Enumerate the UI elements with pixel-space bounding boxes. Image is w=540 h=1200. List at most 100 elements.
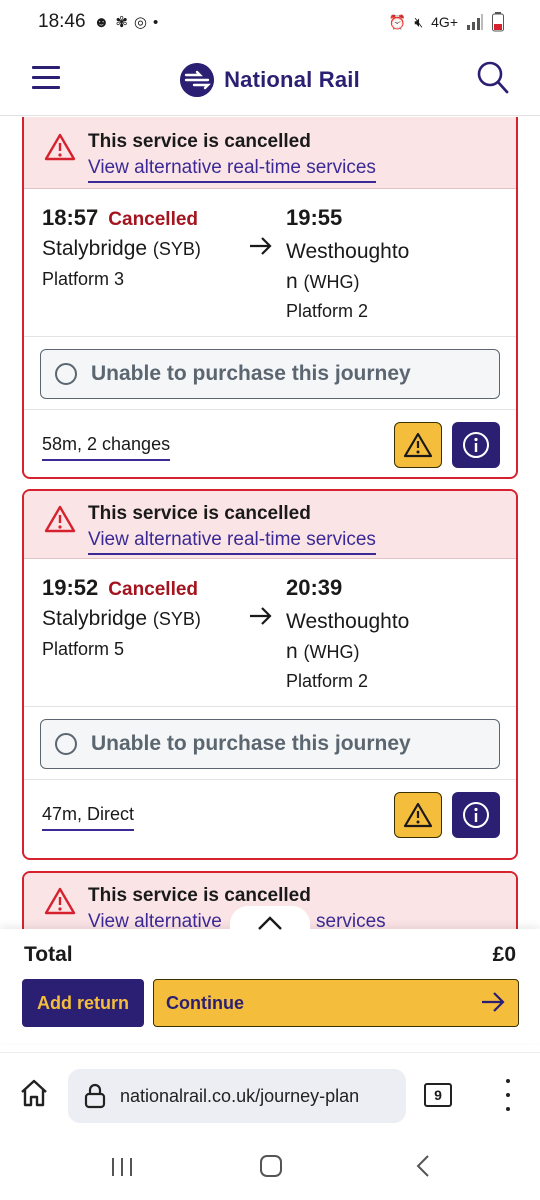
home-nav-icon[interactable] (259, 1154, 283, 1178)
disruption-warning-button[interactable] (394, 422, 442, 468)
alert-title: This service is cancelled (88, 131, 311, 152)
arrival-time: 20:39 (286, 575, 343, 600)
flower-icon: ✾ (115, 14, 128, 31)
menu-hamburger-icon[interactable] (32, 66, 60, 90)
purchase-radio-option[interactable]: Unable to purchase this journey (40, 719, 500, 769)
journey-times: 18:57 Cancelled Stalybridge (SYB) Platfor… (24, 189, 516, 337)
warning-icon (403, 432, 433, 458)
network-type: 4G+ (431, 14, 458, 30)
status-bar: 18:46 ☻ ✾ ◎ • ⏰ 🔇︎ 4G+ (0, 0, 540, 44)
destination-station: Westhoughto (286, 240, 410, 263)
national-rail-logo[interactable]: National Rail (180, 62, 360, 97)
departure-time: 18:57 (42, 205, 99, 230)
mute-icon: 🔇︎ (414, 13, 424, 30)
battery-icon (492, 12, 504, 32)
recent-apps-icon[interactable] (110, 1156, 134, 1178)
purchase-label: Unable to purchase this journey (91, 362, 411, 385)
expand-summary-button[interactable] (230, 906, 310, 940)
journey-info-button[interactable] (452, 792, 500, 838)
status-time: 18:46 (38, 11, 86, 32)
alternative-services-link-start[interactable]: View alternative (88, 911, 222, 929)
journey-card: This service is cancelled View alternati… (22, 489, 518, 860)
destination-station: Westhoughto (286, 610, 410, 633)
face-icon: ☻ (93, 13, 110, 31)
chevron-up-icon (258, 916, 282, 930)
home-icon[interactable] (18, 1077, 50, 1109)
origin-station: Stalybridge (42, 607, 148, 630)
origin-code: (SYB) (152, 239, 201, 259)
warning-triangle-icon (44, 505, 76, 533)
more-options-icon[interactable] (496, 1079, 520, 1111)
radio-icon (55, 733, 77, 755)
alarm-icon: ⏰ (388, 13, 407, 30)
info-icon (463, 802, 489, 828)
journey-footer: 58m, 2 changes (24, 410, 516, 477)
back-nav-icon[interactable] (414, 1154, 432, 1178)
address-bar[interactable]: nationalrail.co.uk/journey-plan (68, 1069, 406, 1123)
purchase-option: Unable to purchase this journey (24, 337, 516, 410)
status-notification-icons: ☻ ✾ ◎ • (93, 13, 159, 32)
journey-info-button[interactable] (452, 422, 500, 468)
arrow-right-icon (482, 992, 505, 1012)
search-icon[interactable] (476, 60, 510, 96)
status-system-icons: ⏰ 🔇︎ 4G+ (389, 12, 504, 32)
departure-time: 19:52 (42, 575, 99, 600)
cancellation-alert: This service is cancelled View alternati… (24, 117, 516, 189)
alternative-services-link[interactable]: View alternative real-time services (88, 157, 376, 183)
destination-code: (WHG) (303, 272, 360, 292)
total-value: £0 (492, 943, 516, 966)
rail-logo-icon (180, 62, 215, 97)
add-return-button[interactable]: Add return (22, 979, 144, 1027)
continue-label: Continue (166, 992, 244, 1013)
lock-icon (84, 1083, 106, 1109)
journey-summary-link[interactable]: 47m, Direct (42, 804, 135, 831)
url-text: nationalrail.co.uk/journey-plan (120, 1085, 360, 1106)
signal-icon (467, 14, 483, 30)
journey-summary-link[interactable]: 58m, 2 changes (42, 434, 171, 461)
destination-station-wrap: n (286, 270, 298, 293)
camera-app-icon: ◎ (133, 14, 148, 31)
cancellation-alert: This service is cancelled View alternati… (24, 491, 516, 559)
app-header: National Rail (0, 44, 540, 116)
destination-code: (WHG) (303, 642, 360, 662)
origin-code: (SYB) (152, 609, 201, 629)
warning-icon (403, 802, 433, 828)
cancelled-status: Cancelled (108, 209, 199, 230)
arrival: 19:55 Westhoughto n (WHG) Platform 2 (286, 205, 446, 322)
journey-results[interactable]: This service is cancelled View alternati… (0, 117, 540, 929)
arrival: 20:39 Westhoughto n (WHG) Platform 2 (286, 575, 446, 692)
origin-station: Stalybridge (42, 237, 148, 260)
departure: 18:57 Cancelled Stalybridge (SYB) Platfor… (42, 205, 201, 290)
radio-icon (55, 363, 77, 385)
alternative-services-link-end[interactable]: services (316, 911, 386, 929)
journey-times: 19:52 Cancelled Stalybridge (SYB) Platfor… (24, 559, 516, 707)
info-icon (463, 432, 489, 458)
purchase-option: Unable to purchase this journey (24, 707, 516, 780)
disruption-warning-button[interactable] (394, 792, 442, 838)
arrow-right-icon (250, 607, 272, 625)
cancelled-status: Cancelled (108, 579, 199, 600)
destination-platform: Platform 2 (286, 301, 369, 321)
origin-platform: Platform 3 (42, 269, 125, 289)
total-label: Total (24, 943, 73, 966)
system-nav-bar (0, 1138, 540, 1200)
dot-icon: • (153, 13, 159, 31)
browser-toolbar: nationalrail.co.uk/journey-plan 9 (0, 1052, 540, 1138)
destination-station-wrap: n (286, 640, 298, 663)
journey-footer: 47m, Direct (24, 780, 516, 850)
brand-name: National Rail (224, 66, 360, 92)
purchase-radio-option[interactable]: Unable to purchase this journey (40, 349, 500, 399)
arrival-time: 19:55 (286, 205, 343, 230)
origin-platform: Platform 5 (42, 639, 125, 659)
destination-platform: Platform 2 (286, 671, 369, 691)
warning-triangle-icon (44, 133, 76, 161)
continue-button[interactable]: Continue (153, 979, 519, 1027)
journey-card: This service is cancelled View alternati… (22, 117, 518, 479)
alert-title: This service is cancelled (88, 503, 311, 524)
tab-switcher-button[interactable]: 9 (424, 1083, 452, 1107)
warning-triangle-icon (44, 887, 76, 915)
alternative-services-link[interactable]: View alternative real-time services (88, 529, 376, 555)
departure: 19:52 Cancelled Stalybridge (SYB) Platfor… (42, 575, 201, 660)
alert-title: This service is cancelled (88, 885, 311, 906)
arrow-right-icon (250, 237, 272, 255)
